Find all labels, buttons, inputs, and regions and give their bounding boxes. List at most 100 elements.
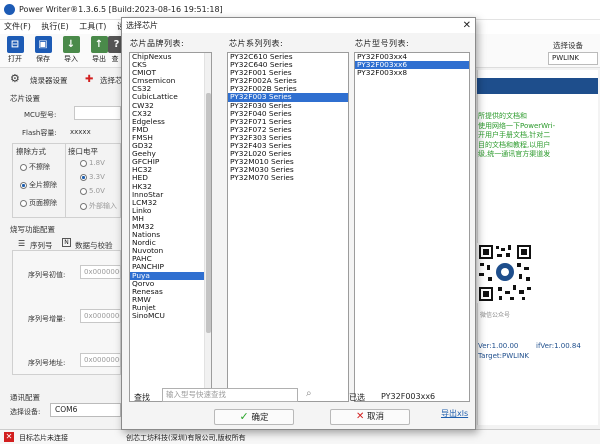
chip-select-icon: ✚ — [85, 74, 94, 85]
info-line: 级,统一通讯官方渠道发 — [478, 150, 551, 159]
radio-3v3[interactable] — [80, 173, 87, 181]
menu-file[interactable]: 文件(F) — [0, 20, 35, 33]
selected-label: 已选 — [349, 393, 365, 402]
dialog-title-bar: 选择芯片 ✕ — [122, 18, 475, 33]
gear-icon: ⚙ — [10, 72, 20, 85]
comm-port-value: COM6 — [55, 405, 78, 414]
mcu-model-field[interactable] — [74, 106, 121, 120]
mcu-model-label: MCU型号: — [24, 111, 57, 119]
serial-increment-field[interactable]: 0x00000001 — [80, 309, 121, 323]
serial-address-label: 序列号地址: — [28, 359, 66, 367]
list-icon: ☰ — [18, 239, 26, 248]
radio-5v0[interactable] — [80, 187, 87, 195]
cancel-label: 取消 — [367, 412, 385, 422]
voltage-option-5v0[interactable]: 5.0V — [80, 187, 105, 195]
serial-initial-label: 序列号初值: — [28, 271, 66, 279]
series-list[interactable]: PY32C610 Series PY32C640 Series PY32F001 S… — [227, 52, 349, 402]
selected-model-value: PY32F003xx6 — [381, 392, 436, 401]
device-value: PWLINK — [552, 54, 579, 62]
qr-caption: 微信公众号 — [480, 312, 511, 319]
target-text: Target:PWLINK — [478, 352, 529, 360]
brand-list-item[interactable]: SinoMCU — [130, 311, 211, 320]
brand-scrollbar[interactable] — [204, 53, 211, 401]
model-items: PY32F003xx4 PY32F003xx6 PY32F003xx8 — [355, 53, 469, 77]
open-label: 打开 — [8, 55, 22, 63]
cancel-button[interactable]: ✕ 取消 — [330, 409, 410, 425]
radio-external[interactable] — [80, 202, 87, 210]
erase-method-heading: 擦除方式 — [16, 147, 46, 156]
check-icon: ✓ — [239, 410, 249, 423]
flash-size-value: xxxxx — [70, 128, 91, 136]
ok-label: 确定 — [251, 413, 269, 423]
info-text: 所提供的文档和 使用网络一下PowerWri- 开用户手册文档,针对二 目的文档… — [478, 112, 555, 160]
folder-open-icon: ⊟ — [6, 36, 24, 53]
chip-settings-heading: 芯片设置 — [10, 94, 40, 103]
wechat-qr-code — [477, 243, 533, 303]
info-line: 所提供的文档和 — [478, 112, 527, 120]
app-logo-icon — [4, 4, 15, 15]
select-device-label: 选择设备 — [553, 41, 583, 50]
radio-erase-none[interactable] — [20, 163, 27, 171]
copyright-text: 创芯工坊科技(深圳)有限公司,版权所有 — [126, 434, 246, 442]
disconnected-icon: ✕ — [4, 432, 14, 442]
interface-voltage-heading: 接口电平 — [68, 147, 98, 156]
ok-button[interactable]: ✓ 确定 — [214, 409, 294, 425]
menu-execute[interactable]: 执行(E) — [37, 20, 72, 33]
voltage-option-3v3[interactable]: 3.3V — [80, 173, 105, 181]
series-list-item[interactable]: PY32M070 Series — [228, 174, 348, 182]
save-button[interactable]: ▣ 保存 — [30, 36, 56, 64]
window-title: Power Writer®1.3.6.5 [Build:2023-08-16 1… — [19, 5, 223, 14]
search-input[interactable]: 输入型号快速查找 — [162, 388, 298, 402]
export-xls-link[interactable]: 导出xls — [441, 408, 468, 419]
comm-port-select[interactable]: COM6 — [50, 403, 121, 417]
radio-1v8[interactable] — [80, 159, 87, 167]
comm-config-heading: 通讯配置 — [10, 393, 40, 402]
query-button[interactable]: ? 查 — [108, 36, 122, 64]
burn-config-heading: 烧写功能配置 — [10, 225, 55, 234]
version-text: Ver:1.00.00 — [478, 342, 519, 350]
model-list-heading: 芯片型号列表: — [355, 39, 410, 48]
erase-option-page[interactable]: 页面擦除 — [20, 198, 57, 208]
flash-size-label: Flash容量: — [22, 129, 57, 137]
import-icon: ↓ — [62, 36, 80, 53]
save-label: 保存 — [36, 55, 50, 63]
tab-select-chip[interactable]: 选择芯 — [100, 75, 121, 86]
model-list[interactable]: PY32F003xx4 PY32F003xx6 PY32F003xx8 — [354, 52, 470, 402]
brand-items: ChipNexus CKS CMIOT Cmsemicon CS32 CubicLatti… — [130, 53, 211, 320]
series-list-heading: 芯片系列列表: — [229, 39, 284, 48]
connection-status: 目标芯片未连接 — [19, 434, 68, 442]
device-select[interactable]: PWLINK — [548, 52, 598, 65]
menu-tools[interactable]: 工具(T) — [75, 20, 110, 33]
query-icon: ? — [108, 36, 122, 53]
export-icon: ↑ — [90, 36, 108, 53]
data-check-icon: N — [62, 238, 71, 247]
search-label: 查找 — [134, 393, 150, 402]
erase-option-full[interactable]: 全片擦除 — [20, 180, 57, 190]
open-button[interactable]: ⊟ 打开 — [2, 36, 28, 64]
erase-option-none[interactable]: 不擦除 — [20, 162, 50, 172]
model-list-item[interactable]: PY32F003xx8 — [355, 69, 469, 77]
series-items: PY32C610 Series PY32C640 Series PY32F001 S… — [228, 53, 348, 183]
radio-erase-page[interactable] — [20, 199, 27, 207]
brand-list-heading: 芯片品牌列表: — [130, 39, 185, 48]
info-line: 开用户手册文档,针对二 — [478, 131, 551, 140]
radio-erase-full[interactable] — [20, 181, 27, 189]
status-bar: ✕ 目标芯片未连接 创芯工坊科技(深圳)有限公司,版权所有 — [0, 429, 600, 444]
import-button[interactable]: ↓ 导入 — [58, 36, 84, 64]
voltage-option-1v8[interactable]: 1.8V — [80, 159, 105, 167]
import-label: 导入 — [64, 55, 78, 63]
cancel-x-icon: ✕ — [355, 411, 365, 422]
save-icon: ▣ — [34, 36, 52, 53]
brand-list[interactable]: ChipNexus CKS CMIOT Cmsemicon CS32 CubicLatti… — [129, 52, 212, 402]
search-icon[interactable]: ⌕ — [306, 388, 312, 399]
tab-burn-settings[interactable]: 烧录器设置 — [30, 75, 68, 86]
right-banner — [477, 78, 598, 94]
serial-increment-label: 序列号增量: — [28, 315, 66, 323]
serial-address-field[interactable]: 0x00000000 — [80, 353, 121, 367]
comm-device-label: 选择设备: — [10, 408, 41, 416]
voltage-option-external[interactable]: 外部输入 — [80, 201, 121, 211]
scrollbar-thumb[interactable] — [206, 93, 211, 333]
close-icon[interactable]: ✕ — [463, 18, 471, 33]
serial-initial-field[interactable]: 0x00000000 — [80, 265, 121, 279]
if-version-text: ifVer:1.00.84 — [536, 342, 581, 350]
